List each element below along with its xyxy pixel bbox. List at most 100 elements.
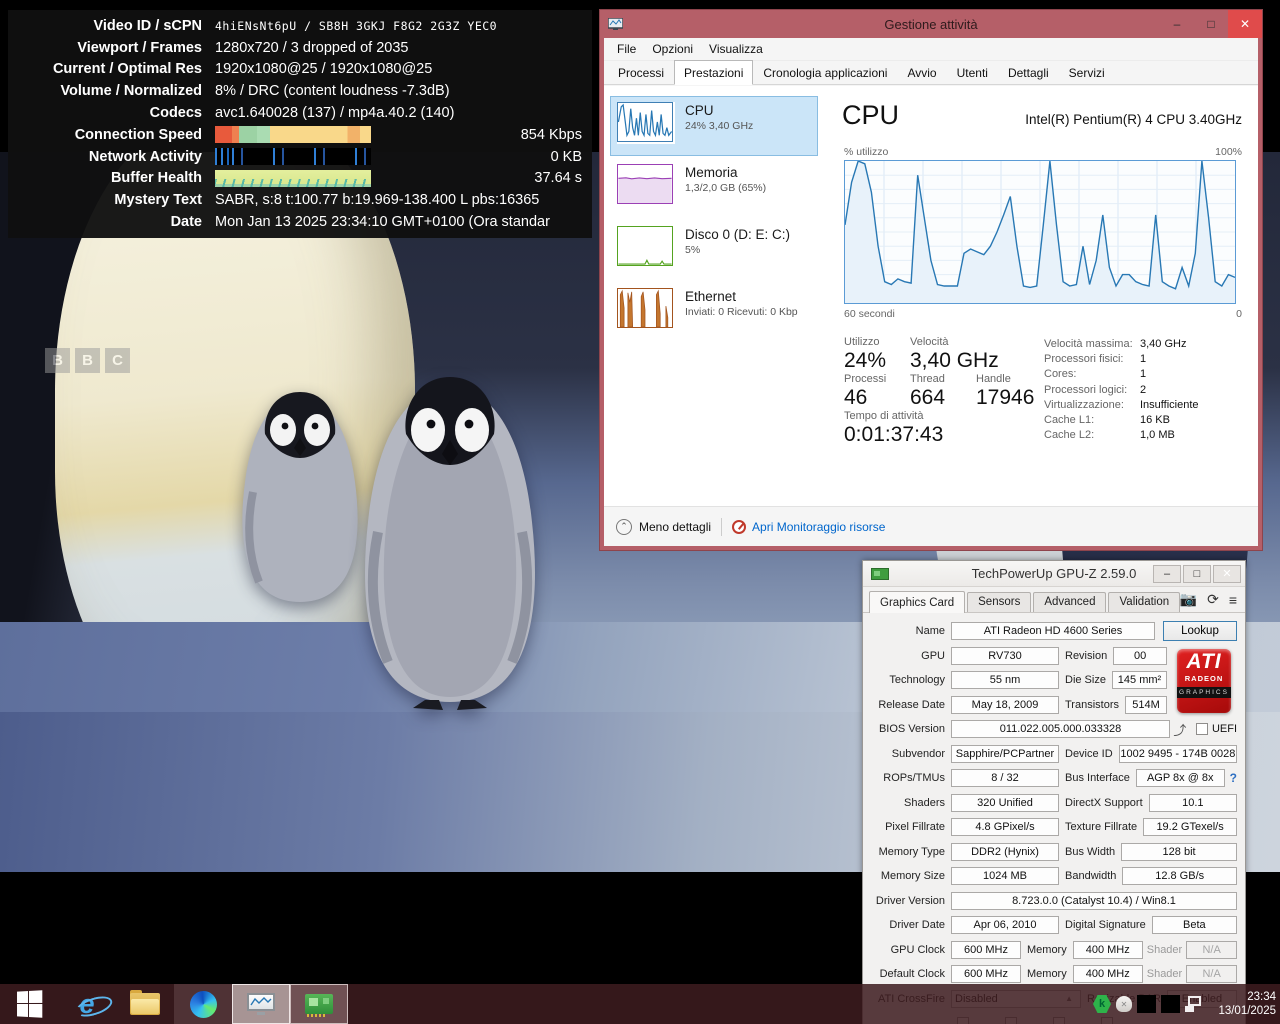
menu-item-file[interactable]: File <box>610 40 643 58</box>
field-value: 011.022.005.000.033328 <box>951 720 1170 738</box>
field-label-disabled: Shader <box>1143 968 1186 980</box>
stat-value: 24% <box>844 349 896 373</box>
stats-label: Network Activity <box>12 149 202 165</box>
divider <box>721 518 722 536</box>
taskbar-task-manager[interactable] <box>232 984 290 1024</box>
field-label-disabled: Shader <box>1143 944 1186 956</box>
stat-label: Cache L1: <box>1044 414 1140 426</box>
task-manager-titlebar[interactable]: Gestione attività – □ ✕ <box>600 10 1262 38</box>
maximize-button[interactable]: □ <box>1194 10 1228 38</box>
tray-updater-icon[interactable]: ✕ <box>1116 996 1132 1012</box>
radeon-logo-text: RADEON <box>1177 675 1231 683</box>
cpu-usage-graph[interactable] <box>844 160 1236 304</box>
field-label: Die Size <box>1059 674 1112 686</box>
desktop: BBC Video ID / sCPN4hiENsNt6pU / SB8H 3G… <box>0 0 1280 1024</box>
stats-row: Current / Optimal Res1920x1080@25 / 1920… <box>12 59 584 81</box>
open-resource-monitor-link[interactable]: Apri Monitoraggio risorse <box>752 520 885 534</box>
field-label: Bus Interface <box>1059 772 1136 784</box>
bbc-watermark: BBC <box>45 348 130 373</box>
gpuz-row-bios-version: BIOS Version011.022.005.000.033328⤴UEFI <box>863 717 1237 742</box>
sidebar-item-mem[interactable]: Memoria1,3/2,0 GB (65%) <box>610 158 818 218</box>
cpu-stats: Utilizzo24%Velocità3,40 GHzProcessi46Thr… <box>844 336 1252 506</box>
stat-row: Velocità massima:3,40 GHz <box>1044 338 1199 350</box>
stat-utilizzo: Utilizzo24% <box>844 336 896 373</box>
share-icon[interactable]: ⤴ <box>1170 720 1190 739</box>
refresh-icon[interactable]: ⟳ <box>1207 591 1219 608</box>
field-label: Shaders <box>867 797 951 809</box>
taskbar-edge[interactable] <box>174 984 232 1024</box>
stat-row: Cores:1 <box>1044 368 1199 380</box>
gpuz-tab-advanced[interactable]: Advanced <box>1033 592 1106 612</box>
tab-servizi[interactable]: Servizi <box>1059 62 1115 85</box>
field-value: Sapphire/PCPartner <box>951 745 1059 763</box>
minimize-button[interactable]: – <box>1153 565 1181 583</box>
stats-value: 37.64 s <box>534 170 582 186</box>
bbc-watermark-letter: B <box>45 348 70 373</box>
tray-network-icon[interactable] <box>1185 996 1203 1012</box>
sidebar-item-eth[interactable]: EthernetInviati: 0 Ricevuti: 0 Kbp <box>610 282 818 342</box>
stats-label: Video ID / sCPN <box>12 18 202 34</box>
taskbar-file-explorer[interactable] <box>116 984 174 1024</box>
taskbar-gpu-z[interactable] <box>290 984 348 1024</box>
tray-temp-41-icon[interactable]: 41 <box>1137 995 1156 1013</box>
edge-icon <box>190 991 217 1018</box>
gpuz-row-gpu-clock: GPU Clock600 MHzMemory400 MHzShaderN/A <box>863 938 1237 963</box>
screenshot-camera-icon[interactable]: 📷 <box>1180 591 1197 608</box>
minimize-button[interactable]: – <box>1160 10 1194 38</box>
gpuz-row-name: NameATI Radeon HD 4600 SeriesLookup <box>863 619 1237 644</box>
field-value: May 18, 2009 <box>951 696 1059 714</box>
graphics-logo-text: GRAPHICS <box>1177 687 1231 698</box>
field-value: 19.2 GTexel/s <box>1143 818 1237 836</box>
tab-processi[interactable]: Processi <box>608 62 674 85</box>
tab-utenti[interactable]: Utenti <box>947 62 998 85</box>
tray-hexagon-k-icon[interactable]: k <box>1093 995 1111 1013</box>
stats-row: Network Activity0 KB <box>12 146 584 168</box>
axis-label-0: 0 <box>1236 308 1242 320</box>
gpuz-tab-graphics-card[interactable]: Graphics Card <box>869 591 965 613</box>
sidebar-item-cpu[interactable]: CPU24% 3,40 GHz <box>610 96 818 156</box>
taskbar-internet-explorer[interactable]: e <box>58 984 116 1024</box>
tab-cronologia-applicazioni[interactable]: Cronologia applicazioni <box>753 62 897 85</box>
stat-label: Processori logici: <box>1044 384 1140 396</box>
field-label: Bandwidth <box>1059 870 1122 882</box>
field-value-disabled: N/A <box>1186 965 1237 983</box>
stat-row: Cache L2:1,0 MB <box>1044 429 1199 441</box>
gpuz-tab-sensors[interactable]: Sensors <box>967 592 1031 612</box>
start-button[interactable] <box>0 984 58 1024</box>
resource-monitor-icon <box>732 520 746 534</box>
tab-prestazioni[interactable]: Prestazioni <box>674 60 753 85</box>
video-stats-overlay: Video ID / sCPN4hiENsNt6pU / SB8H 3GKJ F… <box>8 10 592 238</box>
stats-value: 1920x1080@25 / 1920x1080@25 <box>215 61 432 77</box>
tab-dettagli[interactable]: Dettagli <box>998 62 1059 85</box>
uefi-checkbox[interactable]: UEFI <box>1190 723 1237 735</box>
gpuz-row-shaders: Shaders320 UnifiedDirectX Support10.1 <box>863 791 1237 816</box>
stats-label: Buffer Health <box>12 170 202 186</box>
field-label: Device ID <box>1059 748 1119 760</box>
field-value: AGP 8x @ 8x <box>1136 769 1225 787</box>
gpuz-titlebar[interactable]: TechPowerUp GPU-Z 2.59.0 – □ ✕ <box>863 561 1245 587</box>
stat-value: 1 <box>1140 353 1146 365</box>
stats-label: Date <box>12 214 202 230</box>
field-label: ROPs/TMUs <box>867 772 951 784</box>
gpuz-tab-validation[interactable]: Validation <box>1108 592 1180 612</box>
field-label: Memory Size <box>867 870 951 882</box>
sidebar-item-disk[interactable]: Disco 0 (D: E: C:)5% <box>610 220 818 280</box>
tab-avvio[interactable]: Avvio <box>897 62 946 85</box>
maximize-button[interactable]: □ <box>1183 565 1211 583</box>
menu-item-opzioni[interactable]: Opzioni <box>645 40 700 58</box>
less-details-button[interactable]: Meno dettagli <box>639 520 711 534</box>
help-icon[interactable]: ? <box>1225 771 1237 785</box>
close-button[interactable]: ✕ <box>1228 10 1262 38</box>
menu-item-visualizza[interactable]: Visualizza <box>702 40 770 58</box>
ati-logo-text: ATI <box>1177 649 1231 675</box>
menu-hamburger-icon[interactable]: ≡ <box>1229 592 1237 608</box>
lookup-button[interactable]: Lookup <box>1163 621 1237 641</box>
field-label: Memory <box>1021 968 1073 980</box>
close-button[interactable]: ✕ <box>1213 565 1241 583</box>
field-value: 320 Unified <box>951 794 1059 812</box>
tray-temp-50-icon[interactable]: 50 <box>1161 995 1180 1013</box>
stat-row: Processori fisici:1 <box>1044 353 1199 365</box>
field-value: 1024 MB <box>951 867 1059 885</box>
taskbar-clock[interactable]: 23:34 13/01/2025 <box>1214 990 1276 1018</box>
network-bar <box>215 148 371 165</box>
